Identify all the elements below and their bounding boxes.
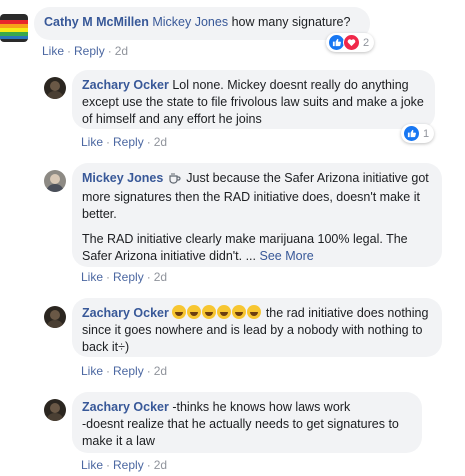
like-button[interactable]: Like xyxy=(81,270,103,284)
avatar-image xyxy=(0,14,28,42)
timestamp[interactable]: 2d xyxy=(154,270,167,284)
comment-bubble: Zachary Ocker Lol none. Mickey doesnt re… xyxy=(72,70,435,129)
timestamp[interactable]: 2d xyxy=(154,458,167,472)
avatar[interactable] xyxy=(0,14,28,42)
separator: · xyxy=(146,458,151,472)
rofl-emoji-group xyxy=(172,305,265,320)
separator: · xyxy=(106,364,111,378)
separator: · xyxy=(107,44,112,58)
mention-link[interactable]: Mickey Jones xyxy=(152,15,228,29)
love-icon xyxy=(343,34,360,51)
comment-author[interactable]: Zachary Ocker xyxy=(82,400,169,414)
rofl-emoji-icon xyxy=(232,305,247,319)
comment-author[interactable]: Mickey Jones xyxy=(82,171,163,185)
see-more-link[interactable]: See More xyxy=(260,249,314,263)
comment-bubble: Zachary Ocker -thinks he knows how laws … xyxy=(72,392,422,453)
comment-paragraph: The RAD initiative clearly make marijuan… xyxy=(82,231,432,265)
comment-author[interactable]: Zachary Ocker xyxy=(82,78,169,92)
like-button[interactable]: Like xyxy=(81,458,103,472)
timestamp[interactable]: 2d xyxy=(154,364,167,378)
comment-actions: Like · Reply · 2d xyxy=(81,270,167,284)
comment-text: how many signature? xyxy=(231,15,351,29)
separator: · xyxy=(106,135,111,149)
coffee-cup-icon xyxy=(169,172,181,189)
separator: · xyxy=(67,44,72,58)
avatar[interactable] xyxy=(44,399,66,421)
comment-bubble: Mickey Jones Just because the Safer Ariz… xyxy=(72,163,442,267)
reaction-count: 1 xyxy=(423,127,430,140)
separator: · xyxy=(146,364,151,378)
rofl-emoji-icon xyxy=(217,305,232,319)
comment-bubble: Zachary Ocker the rad initiative does no… xyxy=(72,298,442,357)
reaction-summary[interactable]: 2 xyxy=(326,33,375,52)
comment-bubble: Cathy M McMillen Mickey Jones how many s… xyxy=(34,7,370,40)
comment-actions: Like · Reply · 2d xyxy=(81,458,167,472)
comment-text-2: The RAD initiative clearly make marijuan… xyxy=(82,232,408,263)
avatar[interactable] xyxy=(44,306,66,328)
separator: · xyxy=(146,270,151,284)
avatar-image xyxy=(44,77,66,99)
avatar[interactable] xyxy=(44,77,66,99)
comment-actions: Like · Reply · 2d xyxy=(81,364,167,378)
separator: · xyxy=(106,458,111,472)
comment-text-line: -thinks he knows how laws work xyxy=(172,400,351,414)
reply-button[interactable]: Reply xyxy=(113,270,144,284)
rofl-emoji-icon xyxy=(187,305,202,319)
separator: · xyxy=(106,270,111,284)
rofl-emoji-icon xyxy=(172,305,187,319)
avatar-image xyxy=(44,170,66,192)
reaction-summary[interactable]: 1 xyxy=(401,124,435,143)
separator: · xyxy=(146,135,151,149)
avatar-image xyxy=(44,306,66,328)
comment-line: Zachary Ocker -thinks he knows how laws … xyxy=(82,399,412,416)
reply-button[interactable]: Reply xyxy=(113,458,144,472)
timestamp[interactable]: 2d xyxy=(115,44,128,58)
comment-thread: Cathy M McMillen Mickey Jones how many s… xyxy=(0,0,465,476)
comment-author[interactable]: Cathy M McMillen xyxy=(44,15,149,29)
like-button[interactable]: Like xyxy=(81,135,103,149)
comment-actions: Like · Reply · 2d xyxy=(42,44,128,58)
avatar[interactable] xyxy=(44,170,66,192)
comment-text-line: -doesnt realize that he actually needs t… xyxy=(82,417,399,448)
reply-button[interactable]: Reply xyxy=(74,44,105,58)
rofl-emoji-icon xyxy=(247,305,262,319)
like-icon xyxy=(403,125,420,142)
avatar-image xyxy=(44,399,66,421)
like-button[interactable]: Like xyxy=(81,364,103,378)
comment-author[interactable]: Zachary Ocker xyxy=(82,306,169,320)
reply-button[interactable]: Reply xyxy=(113,364,144,378)
like-button[interactable]: Like xyxy=(42,44,64,58)
reply-button[interactable]: Reply xyxy=(113,135,144,149)
timestamp[interactable]: 2d xyxy=(154,135,167,149)
rofl-emoji-icon xyxy=(202,305,217,319)
reaction-count: 2 xyxy=(363,36,370,49)
comment-paragraph: Mickey Jones Just because the Safer Ariz… xyxy=(82,170,432,223)
comment-actions: Like · Reply · 2d xyxy=(81,135,167,149)
